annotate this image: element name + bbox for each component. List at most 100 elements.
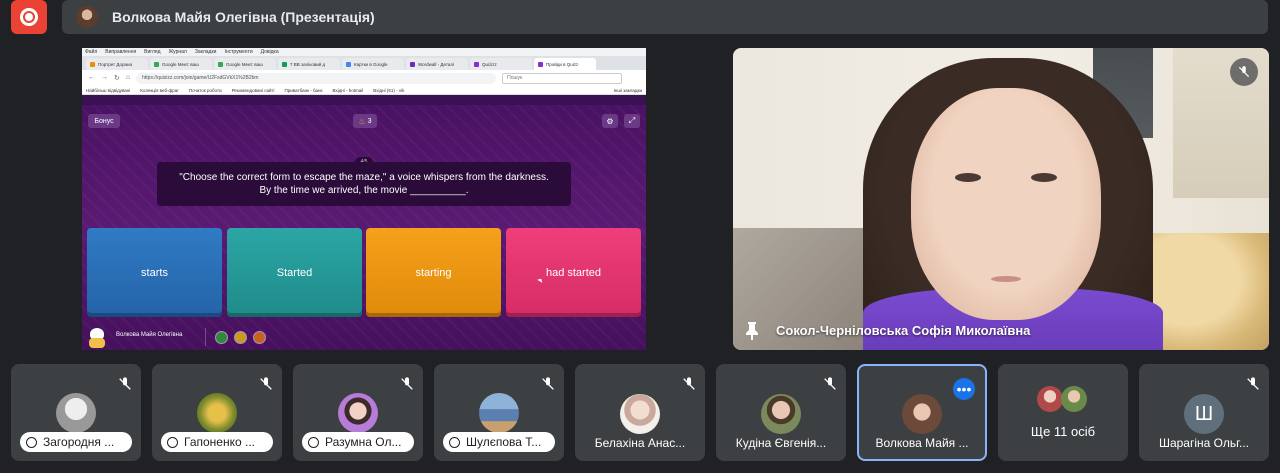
browser-tab[interactable]: Google Meet: ваш [214,58,276,70]
name-pill: Гапоненко ... [161,432,273,452]
browser-toolbar: ← → ↻ ⌂ https://quizizz.com/join/game/U2… [82,70,646,86]
browser-tab[interactable]: 7 ВВ заліковий д [278,58,340,70]
menu-item[interactable]: Інструменти [224,49,252,55]
home-icon[interactable]: ⌂ [126,74,130,82]
person-eye [955,173,981,182]
mic-off-icon [542,377,554,390]
raised-hand-icon [308,436,319,448]
name-pill: Разумна Ол... [302,432,414,452]
mic-off-icon [260,377,272,390]
mic-off-icon [119,377,131,390]
answer-option-3[interactable]: starting [366,228,501,317]
person-face [911,88,1101,320]
menu-item[interactable]: Вигляд [144,49,160,55]
more-participants-label: Ще 11 осіб [1030,424,1096,439]
person-mouth [991,276,1021,282]
menu-item[interactable]: Закладки [195,49,217,55]
participant-name: Шарагіна Ольг... [1158,436,1250,450]
question-text: By the time we arrived, the movie ______… [259,185,469,196]
player-avatar [86,326,108,348]
bookmark-item[interactable]: Приватбанк - банк [285,88,323,93]
avatar [902,394,942,434]
record-icon [20,8,38,26]
name-pill: Загородня ... [20,432,132,452]
browser-tab[interactable]: Картки в Google [342,58,404,70]
participant-tile[interactable]: Разумна Ол... [293,364,423,461]
powerup-icon[interactable] [253,331,266,344]
browser-tab[interactable]: Quizizz [470,58,532,70]
browser-tab[interactable]: Wordwall - Деталі [406,58,468,70]
favicon-icon [282,61,287,67]
avatar: Ш [1184,394,1224,434]
camera-tile[interactable]: Сокол-Черніловська Софія Миколаївна [733,48,1269,350]
avatar [620,394,660,434]
forward-icon[interactable]: → [101,74,108,82]
back-icon[interactable]: ← [88,74,95,82]
settings-icon[interactable]: ⚙ [602,114,618,128]
flame-icon: ♨ [358,116,366,126]
participant-tile[interactable]: Шулєпова Т... [434,364,564,461]
participant-name: Белахіна Анас... [594,436,686,450]
bookmark-item[interactable]: Вхідні - hotmail [332,88,363,93]
presented-screen: Файл Виправлення Вигляд Журнал Закладки … [82,48,646,350]
menu-item[interactable]: Файл [85,49,97,55]
streak-counter: ♨ 3 [353,114,377,128]
favicon-icon [410,61,415,67]
avatar [338,393,378,433]
browser-tab[interactable]: Портрет Дорана [86,58,148,70]
mic-off-icon [824,377,836,390]
reload-icon[interactable]: ↻ [114,74,120,82]
search-input[interactable]: Пошук [502,72,623,84]
favicon-icon [154,61,159,67]
avatar [761,394,801,434]
quiz-area: Бонус ♨3 ⚙ ⤢ 4/5 "Choose the correct for… [82,105,646,350]
raised-hand-icon [449,436,460,448]
powerup-icon[interactable] [215,331,228,344]
pin-icon[interactable] [745,322,759,340]
browser-tab-active[interactable]: Пройди в Quizz [534,58,596,70]
participant-tile-self[interactable]: ••• Волкова Майя ... [857,364,987,461]
mic-off-icon [1247,377,1259,390]
browser-tabs: Портрет Дорана Google Meet: ваш Google M… [82,56,646,70]
mic-off-icon [1230,58,1258,86]
menu-item[interactable]: Довідка [261,49,279,55]
answer-option-2[interactable]: Started [227,228,362,317]
powerup-icon[interactable] [234,331,247,344]
bookmarks-bar: Найбільш відвідувані Колекція веб-фраг П… [82,86,646,95]
mic-off-icon [401,377,413,390]
favicon-icon [218,61,223,67]
bookmark-item[interactable]: Найбільш відвідувані [86,88,130,93]
mic-off-icon [683,377,695,390]
raised-hand-icon [26,436,37,448]
bookmark-item[interactable]: Інші закладки [614,88,646,93]
participant-tile[interactable]: Ш Шарагіна Ольг... [1139,364,1269,461]
avatar [1061,386,1087,412]
recording-button[interactable] [11,0,47,34]
favicon-icon [474,61,479,67]
participant-tile[interactable]: Белахіна Анас... [575,364,705,461]
participant-tile[interactable]: Кудіна Євгенія... [716,364,846,461]
browser-tab[interactable]: Google Meet: ваш [150,58,212,70]
more-options-icon[interactable]: ••• [953,378,975,400]
answer-option-1[interactable]: starts [87,228,222,317]
presentation-banner[interactable]: Волкова Майя Олегівна (Презентація) [62,0,1268,34]
bookmark-item[interactable]: Колекція веб-фраг [140,88,179,93]
participant-name: Сокол-Черніловська Софія Миколаївна [776,323,1031,338]
bookmark-item[interactable]: Початок роботи [189,88,222,93]
question-box: "Choose the correct form to escape the m… [157,162,571,206]
participant-tile[interactable]: Загородня ... [11,364,141,461]
more-participants-tile[interactable]: Ще 11 осіб [998,364,1128,461]
raised-hand-icon [167,436,178,448]
fullscreen-icon[interactable]: ⤢ [624,114,640,128]
address-bar[interactable]: https://quizizz.com/join/game/U2FsdGVkX1… [136,72,497,84]
bonus-chip: Бонус [88,114,120,128]
bookmark-item[interactable]: Вхідні (61) - vik [373,88,404,93]
participant-tile[interactable]: Гапоненко ... [152,364,282,461]
menu-item[interactable]: Журнал [169,49,187,55]
favicon-icon [90,61,95,67]
browser-menubar: Файл Виправлення Вигляд Журнал Закладки … [82,48,646,56]
bookmark-item[interactable]: Рекомендовані сайті [232,88,275,93]
answer-option-4[interactable]: had started [506,228,641,317]
presenter-title: Волкова Майя Олегівна (Презентація) [112,9,375,25]
menu-item[interactable]: Виправлення [105,49,136,55]
